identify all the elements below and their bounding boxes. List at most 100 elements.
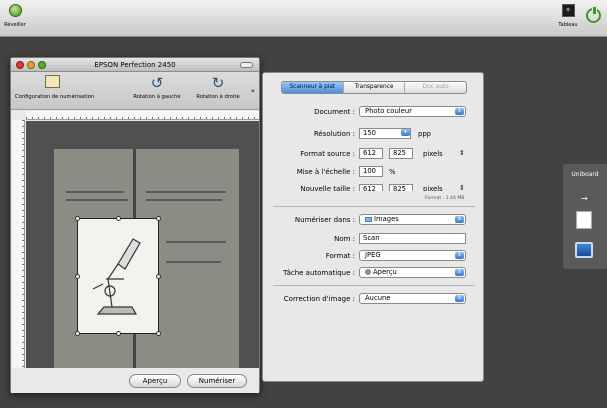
scan-to-select[interactable]: Images ⇕ — [359, 214, 466, 225]
auto-task-value: Aperçu — [373, 268, 397, 276]
text-line — [66, 191, 124, 193]
image-correction-value: Aucune — [365, 294, 391, 302]
tableau-label: Tableau — [558, 22, 578, 28]
tab-auto-doc: Doc auto — [422, 84, 449, 90]
new-unit-stepper-icon[interactable]: ⇕ — [459, 184, 465, 191]
preview-button[interactable]: Aperçu — [129, 374, 181, 388]
microscope-image — [92, 238, 141, 315]
scan-settings-panel: Scanneur à plat Transparence Doc auto Do… — [262, 72, 484, 382]
tab-transparency[interactable]: Transparence — [344, 82, 406, 93]
toolbar-toggle-icon[interactable] — [240, 62, 253, 68]
source-unit: pixels — [423, 150, 443, 158]
source-size-label: Format source : — [300, 150, 355, 158]
wake-icon — [8, 4, 22, 17]
document-value: Photo couleur — [365, 107, 412, 115]
name-field[interactable]: Scan — [359, 233, 466, 244]
new-width-field[interactable]: 612 — [359, 184, 383, 191]
name-label: Nom : — [334, 235, 355, 243]
crop-handle[interactable] — [75, 274, 80, 279]
zoom-icon[interactable] — [38, 61, 46, 69]
image-correction-select[interactable]: Aucune ⇕ — [359, 293, 466, 304]
crop-handle[interactable] — [75, 216, 80, 221]
rotate-left-icon: ↺ — [150, 74, 164, 92]
popup-arrows-icon: ⇕ — [455, 252, 464, 259]
popup-arrows-icon: ⇕ — [455, 269, 464, 276]
text-line — [166, 261, 221, 263]
text-line — [66, 199, 128, 201]
document-select[interactable]: Photo couleur ⇕ — [359, 106, 466, 117]
resolution-value: 150 — [363, 129, 376, 137]
board-icon: ✶ — [561, 4, 575, 17]
source-width-field[interactable]: 612 — [359, 148, 383, 159]
tableau-button[interactable]: ✶ Tableau — [557, 4, 579, 28]
close-icon[interactable] — [16, 61, 24, 69]
crop-handle[interactable] — [156, 274, 161, 279]
format-select[interactable]: JPEG ⇕ — [359, 250, 466, 261]
scan-button[interactable]: Numériser — [187, 374, 247, 388]
rotate-left-button[interactable]: ↺ Rotation à gauche — [127, 75, 187, 100]
auto-task-label: Tâche automatique : — [283, 269, 355, 277]
selection-frame[interactable] — [75, 216, 161, 336]
reveal-label: Réveiller — [4, 22, 26, 28]
scan-to-value: Images — [374, 215, 399, 223]
file-size-info: Format : 1.44 MB — [425, 196, 465, 201]
power-icon[interactable] — [586, 6, 601, 23]
scan-config-icon — [44, 75, 60, 91]
folder-icon — [365, 216, 372, 222]
rotate-right-button[interactable]: ↻ Rotation à droite — [189, 75, 247, 100]
text-line — [146, 191, 226, 193]
window-titlebar[interactable]: EPSON Perfection 2450 — [11, 58, 259, 72]
crop-handle[interactable] — [75, 331, 80, 336]
format-value: JPEG — [365, 251, 381, 259]
scale-unit: % — [389, 168, 396, 176]
crop-handle[interactable] — [156, 331, 161, 336]
scan-config-button[interactable]: Configuration de numérisation — [15, 75, 94, 100]
tab-flatbed[interactable]: Scanneur à plat — [282, 82, 344, 93]
auto-task-select[interactable]: Aperçu ⇕ — [359, 267, 466, 278]
scan-preview[interactable] — [26, 121, 259, 368]
new-height-field[interactable]: 825 — [389, 184, 413, 191]
format-label: Format : — [325, 252, 355, 260]
reveal-button[interactable]: Réveiller — [4, 4, 26, 28]
uniboard-dock: Uniboard → — [563, 164, 607, 269]
divider — [273, 285, 475, 286]
text-line — [166, 241, 226, 243]
vertical-ruler — [12, 120, 25, 368]
scan-to-label: Numériser dans : — [294, 216, 355, 224]
window-toolbar: Configuration de numérisation ↺ Rotation… — [11, 72, 259, 110]
window-footer: Aperçu Numériser — [11, 368, 259, 393]
rotate-right-label: Rotation à droite — [196, 94, 240, 100]
arrow-icon[interactable]: → — [581, 194, 588, 203]
rotate-left-label: Rotation à gauche — [133, 94, 181, 100]
new-size-label: Nouvelle taille : — [300, 185, 355, 191]
crop-handle[interactable] — [116, 216, 121, 221]
resolution-combo[interactable]: 150 ▾ — [359, 128, 411, 139]
popup-arrows-icon: ⇕ — [455, 216, 464, 223]
preview-app-icon — [365, 269, 371, 275]
screen-icon[interactable] — [575, 242, 593, 258]
minimize-icon[interactable] — [27, 61, 35, 69]
scale-label: Mise à l'échelle : — [296, 168, 355, 176]
source-height-field[interactable]: 825 — [389, 148, 413, 159]
toolbar-overflow-icon[interactable]: » — [251, 87, 255, 95]
scale-field[interactable]: 100 — [359, 166, 383, 177]
resolution-label: Résolution : — [313, 130, 355, 138]
top-toolbar: Réveiller ✶ Tableau — [0, 0, 607, 37]
crop-handle[interactable] — [156, 216, 161, 221]
window-title: EPSON Perfection 2450 — [94, 61, 176, 69]
scanner-mode-tabs: Scanneur à plat Transparence Doc auto — [281, 81, 467, 94]
dock-title: Uniboard — [571, 171, 599, 178]
horizontal-ruler — [26, 111, 259, 120]
page-icon[interactable] — [576, 211, 592, 229]
image-correction-label: Correction d'image : — [283, 295, 355, 303]
source-unit-stepper-icon[interactable]: ⇕ — [459, 149, 465, 157]
new-size-unit: pixels — [423, 185, 443, 191]
crop-handle[interactable] — [116, 331, 121, 336]
popup-arrows-icon: ⇕ — [455, 295, 464, 302]
resolution-unit: ppp — [418, 130, 431, 138]
scanner-window: EPSON Perfection 2450 Configuration de n… — [10, 57, 260, 393]
divider — [273, 206, 475, 207]
text-line — [146, 199, 222, 201]
scan-config-label: Configuration de numérisation — [15, 94, 95, 100]
popup-arrows-icon: ⇕ — [455, 108, 464, 115]
